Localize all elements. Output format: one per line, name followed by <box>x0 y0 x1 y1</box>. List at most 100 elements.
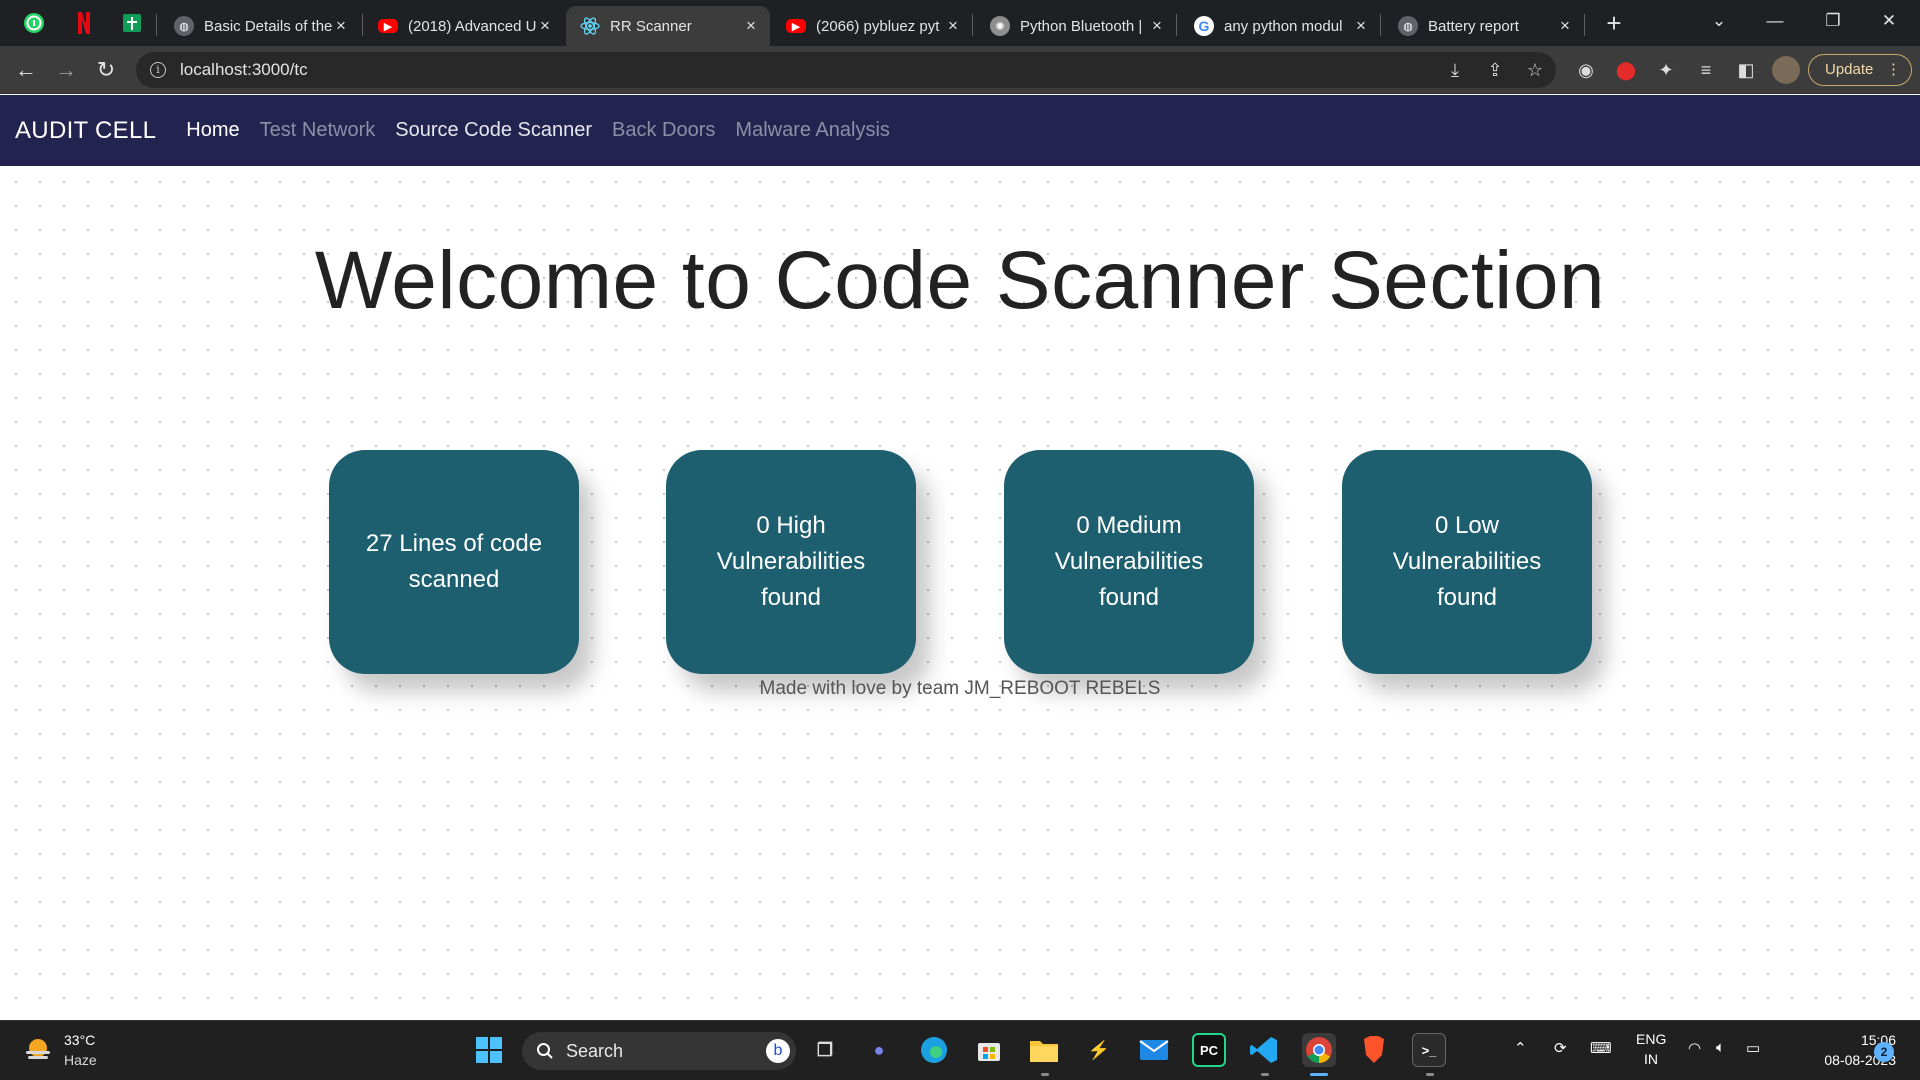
weather-temperature[interactable]: 33°C <box>64 1032 95 1048</box>
profile-avatar[interactable] <box>1772 56 1800 84</box>
windows-start-icon[interactable] <box>472 1033 506 1067</box>
vscode-icon[interactable] <box>1247 1033 1281 1067</box>
tab-title: Python Bluetooth | <box>1020 17 1143 35</box>
tab-title: (2018) Advanced U <box>408 17 536 35</box>
url-text[interactable]: localhost:3000/tc <box>180 60 308 80</box>
tab-title: any python modul <box>1224 17 1343 35</box>
stat-card-low-vulnerabilities: 0 Low Vulnerabilities found <box>1342 450 1592 674</box>
sheets-icon <box>123 14 141 32</box>
main-content: Welcome to Code Scanner Section 27 Lines… <box>0 166 1920 1020</box>
opera-vpn-icon[interactable]: ⬤ <box>1612 56 1640 84</box>
tab-separator <box>156 14 157 36</box>
tab-separator <box>1380 14 1381 36</box>
address-bar[interactable]: i localhost:3000/tc <box>136 52 1556 88</box>
new-tab-button[interactable]: + <box>1598 8 1630 40</box>
taskbar-search[interactable]: Search b <box>522 1032 796 1070</box>
teams-chat-icon[interactable]: ● <box>862 1033 896 1067</box>
site-info-icon[interactable]: i <box>150 62 166 78</box>
stat-card-text: 0 Low Vulnerabilities found <box>1392 512 1542 611</box>
reload-icon[interactable]: ↻ <box>90 54 122 86</box>
file-explorer-icon[interactable] <box>1027 1033 1061 1067</box>
weather-condition[interactable]: Haze <box>64 1052 97 1068</box>
tab-separator <box>1584 14 1585 36</box>
pycharm-icon[interactable]: PC <box>1192 1033 1226 1067</box>
extension-eyes-icon[interactable]: ◉ <box>1572 56 1600 84</box>
brave-icon[interactable] <box>1357 1033 1391 1067</box>
weather-haze-icon[interactable] <box>22 1034 54 1066</box>
tab-search-chevron-icon[interactable]: ⌄ <box>1696 6 1742 36</box>
tab-separator <box>1176 14 1177 36</box>
minimize-button[interactable]: — <box>1752 6 1798 36</box>
bing-icon: b <box>766 1039 790 1063</box>
tray-chevron-up-icon[interactable]: ⌃ <box>1514 1039 1527 1057</box>
task-view-icon[interactable]: ❐ <box>808 1033 842 1067</box>
share-icon[interactable]: ⇪ <box>1480 55 1510 85</box>
language-indicator[interactable]: ENG <box>1636 1031 1666 1047</box>
globe-icon: ◍ <box>174 16 194 36</box>
nav-link-back-doors[interactable]: Back Doors <box>612 119 715 142</box>
media-queue-icon[interactable]: ≡ <box>1692 56 1720 84</box>
close-window-button[interactable]: ✕ <box>1866 6 1912 36</box>
battery-icon[interactable]: ▭ <box>1746 1039 1760 1057</box>
tab-youtube-pybluez[interactable]: ▶ (2066) pybluez pyt × <box>772 6 972 46</box>
brand-logo[interactable]: AUDIT CELL <box>15 117 156 145</box>
pinned-tab-netflix[interactable] <box>66 6 102 40</box>
nav-link-malware-analysis[interactable]: Malware Analysis <box>735 119 890 142</box>
pinned-tab-whatsapp[interactable] <box>16 6 52 40</box>
tab-separator <box>362 14 363 36</box>
close-icon[interactable]: × <box>1352 16 1370 36</box>
nav-link-source-code-scanner[interactable]: Source Code Scanner <box>395 119 592 142</box>
volume-icon[interactable]: 🔈︎ <box>1716 1039 1725 1056</box>
browser-toolbar: ← → ↻ i localhost:3000/tc ⤓ ⇪ ☆ ◉ ⬤ ✦ ≡ … <box>0 46 1920 94</box>
edge-icon[interactable] <box>917 1033 951 1067</box>
stat-card-high-vulnerabilities: 0 High Vulnerabilities found <box>666 450 916 674</box>
region-indicator[interactable]: IN <box>1644 1051 1658 1067</box>
close-icon[interactable]: × <box>1556 16 1574 36</box>
page-title: Welcome to Code Scanner Section <box>314 235 1606 326</box>
bookmark-star-icon[interactable]: ☆ <box>1520 55 1550 85</box>
extensions-puzzle-icon[interactable]: ✦ <box>1652 56 1680 84</box>
keyboard-icon[interactable]: ⌨ <box>1590 1039 1612 1057</box>
close-icon[interactable]: × <box>1148 16 1166 36</box>
stat-card-text: 27 Lines of code scanned <box>365 530 543 593</box>
restore-button[interactable]: ❐ <box>1810 6 1856 36</box>
back-arrow-icon[interactable]: ← <box>10 54 42 86</box>
close-icon[interactable]: × <box>332 16 350 36</box>
tab-youtube-advanced[interactable]: ▶ (2018) Advanced U × <box>364 6 564 46</box>
stat-card-medium-vulnerabilities: 0 Medium Vulnerabilities found <box>1004 450 1254 674</box>
nav-link-test-network[interactable]: Test Network <box>260 119 376 142</box>
nav-link-home[interactable]: Home <box>186 119 239 142</box>
close-icon[interactable]: × <box>944 16 962 36</box>
terminal-icon[interactable]: >_ <box>1412 1033 1446 1067</box>
tab-title: (2066) pybluez pyt <box>816 17 940 35</box>
tab-battery-report[interactable]: ◍ Battery report × <box>1384 6 1584 46</box>
close-icon[interactable]: × <box>742 16 760 36</box>
update-button[interactable]: Update ⋮ <box>1808 54 1912 86</box>
search-icon <box>537 1043 553 1059</box>
azure-data-studio-icon[interactable]: ⚡ <box>1082 1033 1116 1067</box>
side-panel-icon[interactable]: ◧ <box>1732 56 1760 84</box>
forward-arrow-icon[interactable]: → <box>50 54 82 86</box>
chrome-icon[interactable] <box>1302 1033 1336 1067</box>
tab-basic-details[interactable]: ◍ Basic Details of the × <box>160 6 360 46</box>
wifi-icon[interactable]: ◠ <box>1688 1039 1701 1057</box>
sync-status-icon[interactable]: ⟳ <box>1554 1039 1567 1057</box>
search-label: Search <box>566 1040 624 1061</box>
tab-rr-scanner[interactable]: RR Scanner × <box>566 6 770 46</box>
stat-card-text: 0 Medium Vulnerabilities found <box>1054 512 1204 611</box>
tab-python-bluetooth[interactable]: ✺ Python Bluetooth | × <box>976 6 1176 46</box>
microsoft-store-icon[interactable] <box>972 1033 1006 1067</box>
running-indicator <box>1426 1073 1434 1076</box>
install-app-icon[interactable]: ⤓ <box>1440 55 1470 85</box>
tab-title: RR Scanner <box>610 17 692 35</box>
menu-dots-icon: ⋮ <box>1886 61 1901 78</box>
tab-python-module[interactable]: G any python modul × <box>1180 6 1380 46</box>
running-indicator <box>1041 1073 1049 1076</box>
google-icon: G <box>1194 16 1214 36</box>
mail-icon[interactable] <box>1137 1033 1171 1067</box>
stat-card-lines-scanned: 27 Lines of code scanned <box>329 450 579 674</box>
notification-badge[interactable]: 2 <box>1874 1042 1894 1062</box>
pinned-tab-sheets[interactable] <box>114 6 150 40</box>
netflix-icon <box>78 12 90 34</box>
close-icon[interactable]: × <box>536 16 554 36</box>
